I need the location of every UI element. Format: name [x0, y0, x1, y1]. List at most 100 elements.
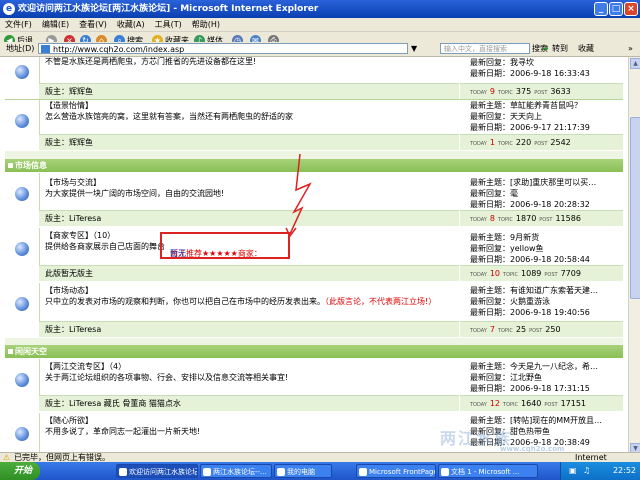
last-topic[interactable]: 最新主题：9月新货: [470, 232, 623, 243]
moderator[interactable]: 版主：LiTeresa: [39, 321, 459, 337]
address-dropdown-icon[interactable]: ▼: [411, 43, 417, 55]
last-author: 最新回复：yellow鱼: [470, 244, 544, 253]
task-button[interactable]: Microsoft FrontPage: [356, 464, 436, 478]
forum-stats: TODAY 8 TOPIC 1870 POST 11586: [460, 210, 623, 226]
network-icon[interactable]: ▣: [569, 462, 577, 480]
computer-icon: [277, 468, 285, 476]
clock[interactable]: 22:52: [613, 462, 636, 480]
minimize-button[interactable]: _: [594, 2, 608, 16]
forum-title[interactable]: 【市场与交流】: [45, 177, 101, 188]
last-topic[interactable]: 最新主题：今天是九一八纪念，希…: [470, 361, 623, 372]
menu-edit[interactable]: 编辑(E): [37, 18, 74, 31]
forum-desc: 关于两江论坛组织的各项事物、行会、安排以及信息交流等相关事宜!: [45, 373, 289, 382]
last-date: 最新日期：2006-9-18 16:33:43: [470, 69, 590, 78]
address-label: 地址(D): [6, 44, 35, 53]
start-button[interactable]: 开始: [0, 462, 40, 480]
ie-logo-icon: e: [3, 3, 15, 15]
last-topic[interactable]: 最新主题：草缸能养青苔鼠吗？: [470, 100, 623, 111]
forum-status-icon: [15, 427, 29, 441]
forum-title[interactable]: 【商家专区】（10）: [45, 230, 115, 241]
go-arrow-icon: ➜: [542, 44, 549, 53]
address-bar: 地址(D) http://www.cqh2o.com/index.asp 输入中…: [0, 42, 640, 57]
last-date: 最新日期：2006-9-17 21:17:39: [470, 123, 590, 132]
word-icon: [441, 468, 449, 476]
close-button[interactable]: ×: [624, 2, 638, 16]
moderator[interactable]: 版主：LiTeresa 藏氏 骨董商 猫猫点水: [39, 395, 459, 411]
forum-row: 【市场动态】 只中立的发表对市场的观察和判断，你也可以把自己在市场中的经历发表出…: [5, 283, 623, 337]
menu-bar: 文件(F) 编辑(E) 查看(V) 收藏(A) 工具(T) 帮助(H): [0, 18, 640, 32]
forum-desc: 提供给各商家展示自己店面的舞台: [45, 242, 165, 251]
forum-stats: TODAY 7 TOPIC 25 POST 250: [460, 321, 623, 337]
forum-desc: 怎么营造水族馆亮的窝，这里就有答案，当然还有两栖爬虫的舒适的家: [45, 112, 293, 121]
address-input[interactable]: http://www.cqh2o.com/index.asp: [38, 43, 408, 54]
links-chevron[interactable]: »: [628, 43, 633, 55]
forum-desc: 不用多说了，革命同志一起灌出一片新天地!: [45, 427, 201, 436]
moderator: 此版暂无版主: [39, 265, 459, 281]
forum-title[interactable]: 【随心所欲】: [45, 415, 93, 426]
moderator[interactable]: 版主：LiTeresa: [39, 210, 459, 226]
last-author: 最新回复：江北野鱼: [470, 373, 542, 382]
last-author: 最新回复：毫: [470, 189, 518, 198]
menu-favorites[interactable]: 收藏(A): [112, 18, 150, 31]
maximize-button[interactable]: □: [609, 2, 623, 16]
forum-desc: 不管是水族还是两栖爬虫，方芯门推省的先进设备都在这里!: [45, 57, 257, 66]
forum-row: 【两江交流专区】（4） 关于两江论坛组织的各项事物、行会、安排以及信息交流等相关…: [5, 359, 623, 411]
ie-task-icon: [119, 468, 127, 476]
last-date: 最新日期：2006-9-18 20:58:44: [470, 255, 590, 264]
menu-view[interactable]: 查看(V): [74, 18, 112, 31]
forum-stats: TODAY 10 TOPIC 1089 POST 7709: [460, 265, 623, 281]
task-button[interactable]: 欢迎访问两江水族论坛...: [116, 464, 198, 478]
task-button[interactable]: 两江水族论坛--...: [200, 464, 272, 478]
favorites-add-button[interactable]: 收藏: [578, 43, 594, 55]
system-tray: ▣ ♫ 22:52: [560, 462, 640, 480]
forum-title[interactable]: 【造景怡情】: [45, 100, 93, 111]
annotation-arrow-icon: [285, 153, 312, 238]
go-button[interactable]: 转到: [552, 43, 568, 55]
moderator[interactable]: 版主：辉辉鱼: [39, 83, 459, 99]
forum-stats: TODAY 12 TOPIC 1640 POST 17151: [460, 395, 623, 411]
collapse-icon: [8, 163, 13, 168]
ie-task-icon: [203, 468, 211, 476]
frontpage-icon: [359, 468, 367, 476]
forum-row-partial: 不管是水族还是两栖爬虫，方芯门推省的先进设备都在这里! 最新回复：我寻坎 最新日…: [5, 57, 623, 99]
forum-status-icon: [15, 65, 29, 79]
forum-title[interactable]: 【市场动态】: [45, 285, 93, 296]
last-author: 最新回复：天天向上: [470, 112, 542, 121]
last-date: 最新日期：2006-9-18 17:31:15: [470, 384, 590, 393]
last-topic[interactable]: 最新主题：[求助]重庆那里可以买…: [470, 177, 623, 188]
disclaimer-text: （此版言论，不代表两江立场!）: [325, 297, 437, 306]
forum-status-icon: [15, 242, 29, 256]
forum-status-icon: [15, 373, 29, 387]
menu-tools[interactable]: 工具(T): [150, 18, 187, 31]
toolbar-search-input[interactable]: 输入中文，直接搜索: [440, 43, 530, 54]
forum-stats: TODAY 9 TOPIC 375 POST 3633: [460, 83, 623, 99]
last-topic[interactable]: 最新主题：有谁知道广东索著天建…: [470, 285, 623, 296]
window-title-bar[interactable]: e 欢迎访问两江水族论坛[两江水族论坛] - Microsoft Interne…: [0, 0, 640, 18]
forum-stats: TODAY 1 TOPIC 220 POST 2542: [460, 134, 623, 150]
scroll-thumb[interactable]: [630, 117, 640, 299]
task-button[interactable]: 我的电脑: [274, 464, 332, 478]
forum-desc: 为大家提供一块广阔的市场空间，自由的交流园地!: [45, 189, 225, 198]
last-date: 最新日期：2006-9-18 19:40:56: [470, 308, 590, 317]
taskbar: 开始 欢迎访问两江水族论坛... 两江水族论坛--... 我的电脑 Micros…: [0, 462, 640, 480]
forum-status-icon: [15, 114, 29, 128]
last-author: 最新回复：我寻坎: [470, 58, 534, 67]
last-date: 最新日期：2006-9-18 20:28:32: [470, 200, 590, 209]
forum-row: 【造景怡情】 怎么营造水族馆亮的窝，这里就有答案，当然还有两栖爬虫的舒适的家 最…: [5, 100, 623, 150]
menu-help[interactable]: 帮助(H): [187, 18, 225, 31]
last-author: 最新回复：火鹅重游泳: [470, 297, 550, 306]
vertical-scrollbar[interactable]: ▲ ▼: [628, 57, 640, 454]
forum-status-icon: [15, 187, 29, 201]
scroll-up-icon[interactable]: ▲: [630, 58, 640, 69]
collapse-icon: [8, 349, 13, 354]
page-content: 不管是水族还是两栖爬虫，方芯门推省的先进设备都在这里! 最新回复：我寻坎 最新日…: [0, 57, 628, 454]
forum-status-icon: [15, 297, 29, 311]
task-button[interactable]: 文档 1 - Microsoft ...: [438, 464, 538, 478]
forum-title[interactable]: 【两江交流专区】（4）: [45, 361, 126, 372]
section-header-leisure[interactable]: 闲闲天空: [5, 345, 623, 358]
moderator[interactable]: 版主：辉辉鱼: [39, 134, 459, 150]
window-title: 欢迎访问两江水族论坛[两江水族论坛] - Microsoft Internet …: [18, 4, 319, 14]
menu-file[interactable]: 文件(F): [0, 18, 37, 31]
forum-desc: 只中立的发表对市场的观察和判断，你也可以把自己在市场中的经历发表出来。（此版言论…: [45, 297, 437, 306]
volume-icon[interactable]: ♫: [583, 462, 590, 480]
